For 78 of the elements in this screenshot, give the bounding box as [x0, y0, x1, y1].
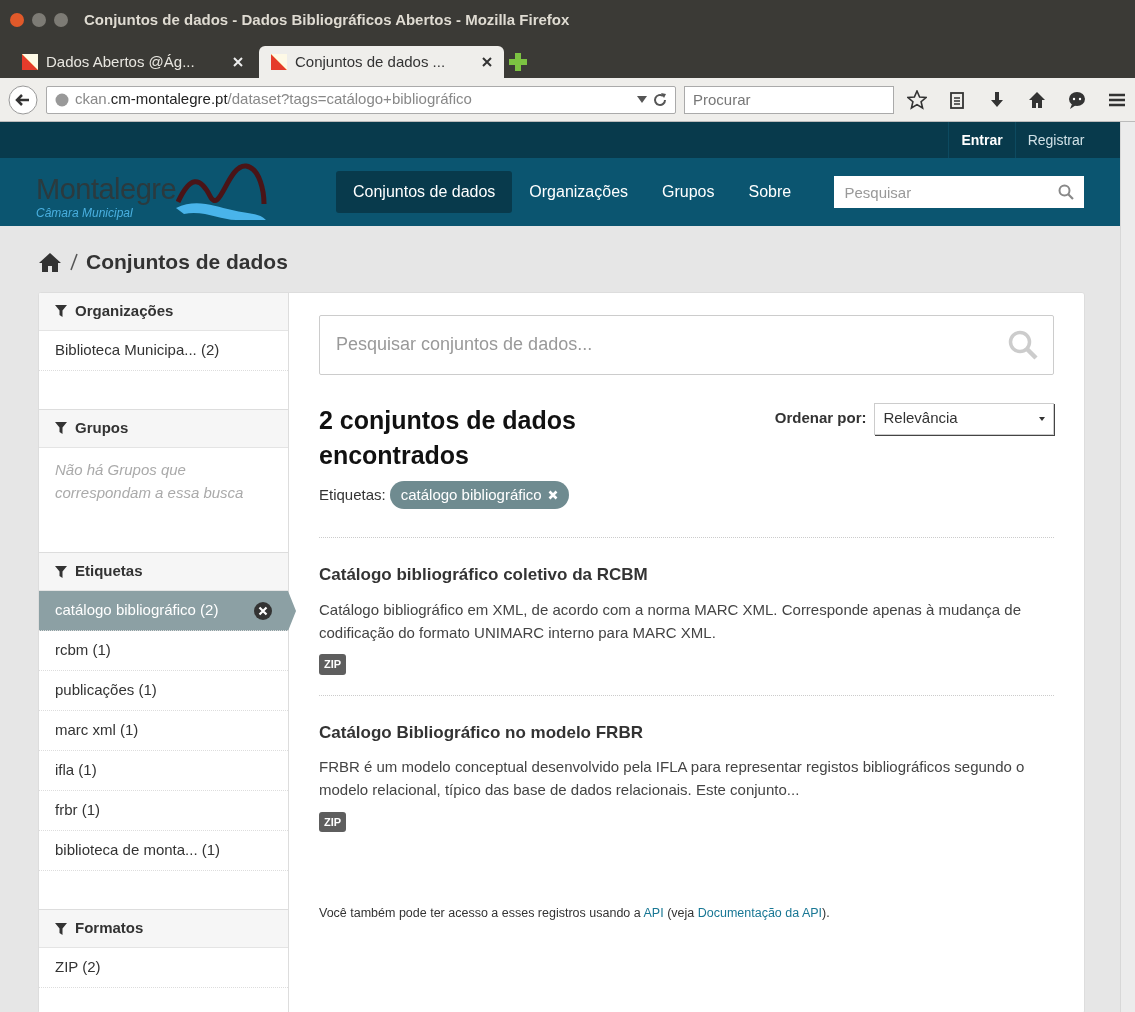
dataset-description: FRBR é um modelo conceptual desenvolvido pela IFLA para representar registos bibliográficos segundo o modelo relacional, típico das base de dados relacionais. Este conjunto... [319, 757, 1026, 801]
nav-link[interactable]: Conjuntos de dados [336, 171, 513, 213]
facet-title: Grupos [75, 417, 129, 438]
filter-icon [55, 422, 67, 434]
facet-item-label: Biblioteca Municipa... (2) [55, 339, 221, 360]
tab-title: Dados Abertos @Ág... [46, 51, 196, 72]
remove-icon[interactable] [254, 601, 272, 620]
facet-item-label: ifla (1) [55, 760, 98, 781]
star-icon[interactable] [907, 89, 927, 110]
empty-message: Não há Grupos que correspondam a essa busca [54, 459, 245, 503]
filter-label: Etiquetas: [319, 484, 386, 505]
facet-item[interactable]: rcbm (1) [39, 631, 288, 671]
results-heading: 2 conjuntos de dados encontrados [319, 404, 577, 471]
format-label[interactable]: ZIP [319, 654, 347, 675]
home-icon[interactable] [38, 251, 62, 272]
facet-item[interactable]: publicações (1) [39, 671, 288, 711]
window-title: Conjuntos de dados - Dados Bibliográficos Abertos - Mozilla Firefox [84, 9, 570, 30]
search-field[interactable]: Procurar [684, 85, 894, 114]
browser-tab[interactable]: Conjuntos de dados ... [259, 46, 504, 78]
sort-label: Ordenar por: [774, 408, 867, 429]
facet-title: Etiquetas [75, 561, 143, 582]
documentation-link[interactable]: Documentação da API [697, 906, 823, 920]
home-icon[interactable] [1027, 89, 1047, 110]
url-text: ckan.cm-montalegre.pt/dataset?tags=catálogo+bibliográfico [75, 89, 473, 110]
nav-link[interactable]: Grupos [645, 171, 732, 213]
nav-link[interactable]: Organizações [512, 171, 646, 213]
breadcrumb-link[interactable]: Conjuntos de dados [86, 246, 288, 278]
globe-icon [55, 92, 69, 107]
facet-item[interactable]: frbr (1) [39, 791, 288, 831]
url-field[interactable]: ckan.cm-montalegre.pt/dataset?tags=catálogo+bibliográfico [46, 85, 676, 114]
filter-icon [55, 565, 67, 578]
reading-list-icon[interactable] [947, 89, 967, 110]
sort-select[interactable]: Relevância [874, 402, 1055, 435]
logo-subtitle: Câmara Municipal [36, 205, 134, 222]
site-search-field[interactable]: Pesquisar [834, 176, 1085, 208]
maximize-button[interactable] [54, 13, 68, 27]
filter-tag[interactable]: catálogo bibliográfico [389, 480, 569, 509]
facet-item[interactable]: ifla (1) [39, 751, 288, 791]
facet-item-label: biblioteca de monta... (1) [55, 840, 222, 861]
format-label[interactable]: ZIP [319, 811, 347, 832]
facet-item[interactable]: ZIP (2) [39, 948, 288, 988]
chat-icon[interactable] [1067, 89, 1087, 110]
facet-title: Formatos [75, 918, 144, 939]
facet-item[interactable]: marc xml (1) [39, 711, 288, 751]
search-icon[interactable] [1058, 184, 1075, 200]
browser-tab[interactable]: Dados Abertos @Ág... [10, 46, 255, 78]
facet-item[interactable]: Biblioteca Municipa... (2) [39, 330, 288, 371]
api-note: Você também pode ter acesso a esses registros usando a API (veja Documentação da API). [319, 905, 831, 922]
dataset-title[interactable]: Catálogo bibliográfico coletivo da RCBM [319, 562, 1055, 588]
nav-link[interactable]: Sobre [731, 171, 809, 213]
dataset-title[interactable]: Catálogo Bibliográfico no modelo FRBR [319, 719, 1055, 745]
close-button[interactable] [10, 13, 24, 27]
filter-icon [55, 305, 67, 317]
close-icon[interactable] [482, 57, 492, 67]
new-tab-icon[interactable] [508, 52, 528, 72]
facet-item-label: publicações (1) [55, 680, 158, 701]
scrollbar[interactable] [1120, 122, 1135, 1012]
facet-item-label: ZIP (2) [55, 957, 102, 978]
facet-item-label: marc xml (1) [55, 720, 140, 741]
dataset-search-field[interactable]: Pesquisar conjuntos de dados... [319, 314, 1055, 375]
tab-title: Conjuntos de dados ... [295, 51, 447, 72]
favicon-icon [22, 54, 38, 70]
facet-title: Organizações [75, 300, 174, 321]
facet-item[interactable]: biblioteca de monta... (1) [39, 831, 288, 871]
back-icon[interactable] [8, 84, 38, 115]
minimize-button[interactable] [32, 13, 46, 27]
reload-icon[interactable] [653, 92, 667, 107]
dropdown-icon[interactable] [637, 95, 647, 104]
api-link[interactable]: API [643, 906, 664, 920]
breadcrumb-separator-icon [70, 252, 78, 271]
dataset-description: Catálogo bibliográfico em XML, de acordo com a norma MARC XML. Corresponde apenas à mudança de codificação do formato UNIMARC interno para MARC XML. [319, 599, 1023, 643]
facet-item-label: catálogo bibliográfico (2) [55, 600, 220, 621]
facet-item-label: frbr (1) [55, 800, 101, 821]
wave-logo-icon [176, 162, 269, 222]
caret-icon [1039, 416, 1046, 421]
filter-icon [55, 922, 67, 935]
facet-item-label: rcbm (1) [55, 640, 112, 661]
favicon-icon [271, 54, 287, 70]
